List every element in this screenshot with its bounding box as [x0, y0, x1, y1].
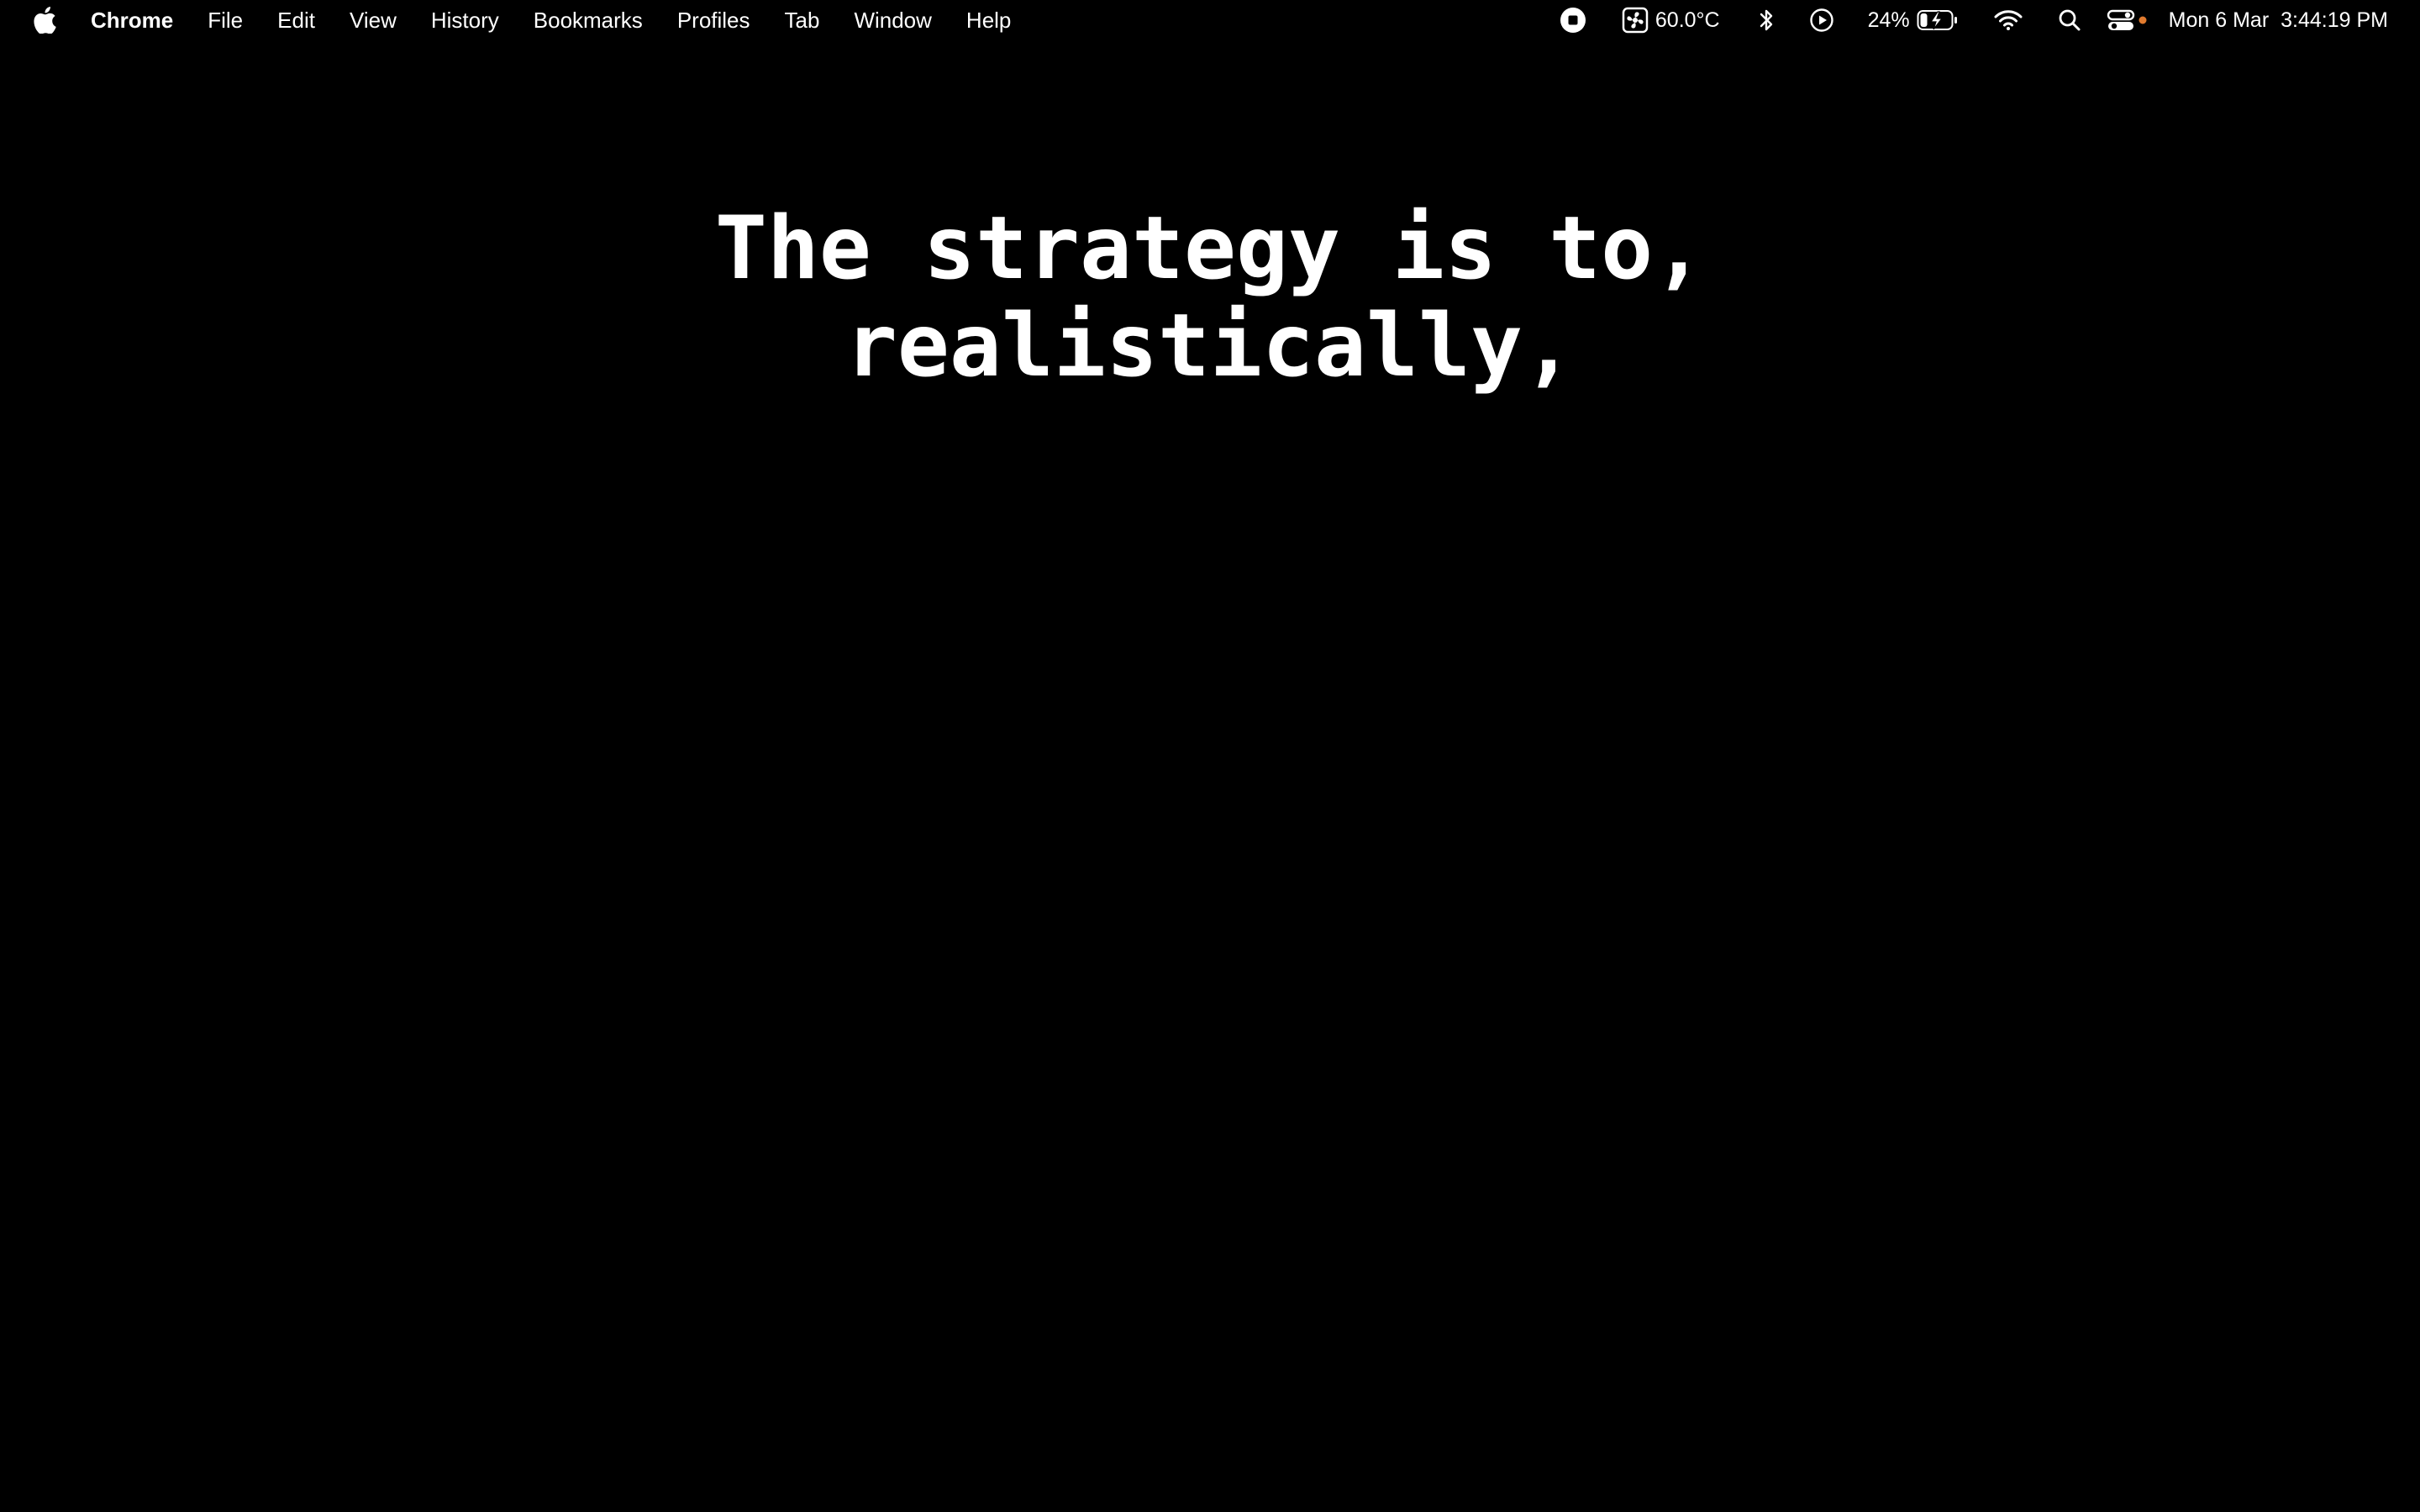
- menu-window[interactable]: Window: [854, 0, 931, 40]
- screen-record-stop-icon[interactable]: [1560, 7, 1586, 34]
- slide-text-line-1: The strategy is to,: [714, 198, 1706, 299]
- wifi-icon[interactable]: [1994, 9, 2023, 31]
- slide-text: The strategy is to, realistically,: [0, 200, 2420, 395]
- menu-bar-status-area: 60.0°C 24% Mon 6 Mar 3:44:19 PM: [1560, 0, 2420, 40]
- menu-profiles[interactable]: Profiles: [677, 0, 750, 40]
- menu-app-name[interactable]: Chrome: [91, 0, 173, 40]
- recording-indicator-dot: [2139, 16, 2147, 24]
- menu-bookmarks[interactable]: Bookmarks: [534, 0, 643, 40]
- temperature-readout: 60.0°C: [1655, 8, 1720, 32]
- menu-file[interactable]: File: [208, 0, 243, 40]
- control-center-icon[interactable]: [2107, 8, 2135, 32]
- battery-charging-icon[interactable]: [1917, 9, 1959, 31]
- play-circle-icon[interactable]: [1809, 8, 1834, 33]
- battery-percentage: 24%: [1867, 8, 1910, 32]
- fan-temperature-icon[interactable]: [1622, 7, 1649, 34]
- menu-bar-date[interactable]: Mon 6 Mar: [2169, 0, 2269, 40]
- menu-bar-left: Chrome File Edit View History Bookmarks …: [0, 0, 1045, 40]
- slide-text-line-2: realistically,: [844, 296, 1576, 396]
- menu-edit[interactable]: Edit: [277, 0, 315, 40]
- menu-help[interactable]: Help: [966, 0, 1011, 40]
- menu-bar: Chrome File Edit View History Bookmarks …: [0, 0, 2420, 40]
- menu-view[interactable]: View: [350, 0, 397, 40]
- menu-history[interactable]: History: [431, 0, 499, 40]
- menu-tab[interactable]: Tab: [785, 0, 820, 40]
- apple-icon[interactable]: [32, 6, 57, 34]
- spotlight-search-icon[interactable]: [2058, 8, 2081, 32]
- menu-bar-time[interactable]: 3:44:19 PM: [2281, 0, 2388, 40]
- bluetooth-icon[interactable]: [1759, 8, 1774, 33]
